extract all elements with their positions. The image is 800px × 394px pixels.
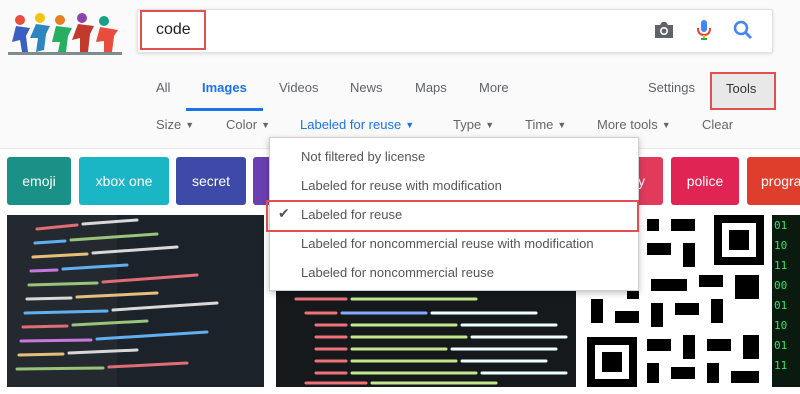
camera-icon[interactable] — [648, 14, 680, 46]
caret-down-icon: ▼ — [185, 120, 195, 130]
svg-text:10: 10 — [774, 239, 787, 252]
filter-color[interactable]: Color ▼ — [226, 117, 270, 132]
chip-secret[interactable]: secret — [176, 157, 246, 205]
filter-usage-rights[interactable]: Labeled for reuse ▼ — [300, 117, 414, 132]
filter-time[interactable]: Time ▼ — [525, 117, 566, 132]
search-icon[interactable] — [727, 14, 759, 46]
doodle-logo[interactable] — [6, 8, 124, 56]
image-thumbnail-1[interactable] — [7, 215, 264, 387]
caret-down-icon: ▼ — [261, 120, 270, 130]
menu-item-not-filtered[interactable]: Not filtered by license — [270, 143, 638, 171]
nav-tabs: All Images Videos News Maps More Setting… — [0, 80, 800, 110]
tab-maps[interactable]: Maps — [415, 80, 447, 95]
filter-size[interactable]: Size ▼ — [156, 117, 194, 132]
caret-down-icon: ▼ — [661, 120, 671, 130]
svg-text:11: 11 — [774, 259, 787, 272]
svg-text:11: 11 — [774, 359, 787, 372]
filter-clear[interactable]: Clear — [702, 117, 733, 132]
microphone-icon[interactable] — [688, 14, 720, 46]
menu-item-reuse-with-modification[interactable]: Labeled for reuse with modification — [270, 172, 638, 200]
caret-down-icon: ▼ — [557, 120, 567, 130]
filter-more-tools[interactable]: More tools ▼ — [597, 117, 671, 132]
active-tab-indicator — [186, 108, 263, 111]
svg-text:00: 00 — [774, 279, 787, 292]
chip-programming[interactable]: progra — [747, 157, 800, 205]
chip-emoji[interactable]: emoji — [7, 157, 71, 205]
selected-option-highlight-box — [266, 200, 639, 232]
filter-type[interactable]: Type ▼ — [453, 117, 494, 132]
image-thumbnail-4[interactable]: 01 10 11 00 01 10 01 11 — [772, 215, 800, 387]
tab-all[interactable]: All — [156, 80, 170, 95]
menu-item-noncommercial-reuse[interactable]: Labeled for noncommercial reuse — [270, 259, 638, 287]
tab-news[interactable]: News — [350, 80, 383, 95]
chip-xbox-one[interactable]: xbox one — [79, 157, 169, 205]
tab-more[interactable]: More — [479, 80, 509, 95]
chip-police[interactable]: police — [671, 157, 739, 205]
settings-link[interactable]: Settings — [648, 80, 695, 95]
header: code All Images Videos News Maps More Se… — [0, 0, 800, 149]
filter-bar: Size ▼ Color ▼ Labeled for reuse ▼ Type ▼ Ti… — [0, 117, 800, 137]
tools-label: Tools — [726, 81, 757, 96]
menu-item-noncommercial-with-modification[interactable]: Labeled for noncommercial reuse with mod… — [270, 230, 638, 258]
svg-text:01: 01 — [774, 299, 787, 312]
svg-text:10: 10 — [774, 319, 787, 332]
caret-down-icon: ▼ — [485, 120, 495, 130]
tab-images[interactable]: Images — [202, 80, 247, 95]
svg-text:01: 01 — [774, 219, 787, 232]
tab-videos[interactable]: Videos — [279, 80, 319, 95]
query-highlight-box — [140, 10, 206, 50]
caret-down-icon: ▼ — [405, 120, 415, 130]
svg-text:01: 01 — [774, 339, 787, 352]
